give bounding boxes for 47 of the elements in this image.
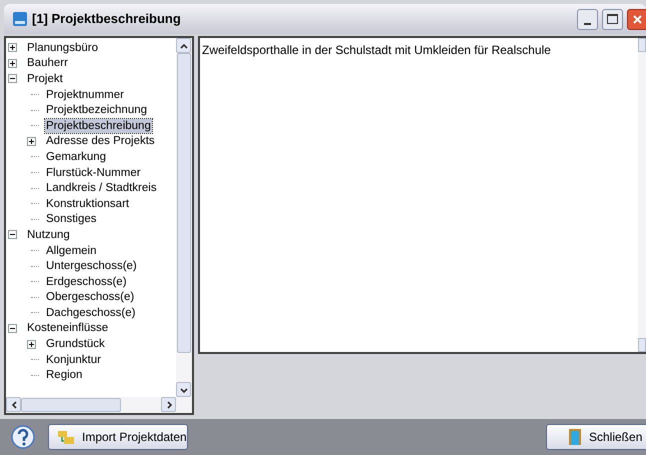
maximize-button[interactable] [602, 8, 623, 30]
expand-icon[interactable] [8, 58, 17, 68]
tree-item[interactable]: Projektbeschreibung [45, 118, 152, 133]
tree-item[interactable]: Bauherr [26, 56, 69, 70]
description-text: Zweifeldsporthalle in der Schulstadt mit Umkleiden für Realschule [201, 42, 552, 59]
tree-item[interactable]: Region [45, 368, 84, 382]
collapse-icon[interactable] [8, 230, 17, 240]
collapse-icon[interactable] [8, 324, 17, 333]
expand-icon[interactable] [27, 136, 36, 146]
tree-item[interactable]: Planungsbüro [26, 40, 99, 55]
collapse-icon[interactable] [8, 74, 17, 84]
tree-item[interactable]: Untergeschoss(e) [45, 259, 138, 274]
tree-item[interactable]: Allgemein [45, 244, 98, 258]
tree-item[interactable]: Grundstück [45, 337, 106, 352]
tree-item[interactable]: Erdgeschoss(e) [45, 274, 128, 289]
tree-item[interactable]: Konstruktionsart [45, 196, 130, 211]
scroll-left-button[interactable] [6, 397, 21, 412]
import-button[interactable]: Import Projektdaten [48, 424, 188, 450]
close-button[interactable] [627, 8, 646, 30]
vertical-scrollbar[interactable] [176, 38, 192, 397]
minimize-button[interactable] [577, 8, 598, 30]
folders-icon [58, 430, 74, 444]
scroll-thumb[interactable] [21, 398, 121, 412]
scroll-thumb[interactable] [177, 53, 191, 353]
tree-item[interactable]: Gemarkung [45, 150, 108, 164]
tree-item[interactable]: Kosteneinflüsse [26, 321, 110, 336]
tree-item[interactable]: Adresse des Projekts [45, 134, 156, 148]
window-title: [1] Projektbeschreibung [32, 10, 181, 28]
close-dialog-button[interactable]: Schließen [546, 424, 646, 450]
tree-item[interactable]: Konjunktur [45, 352, 102, 367]
tree-item[interactable]: Projektbezeichnung [45, 103, 148, 118]
close-icon [632, 14, 643, 24]
tree-item[interactable]: Projekt [26, 72, 64, 86]
tree-item[interactable]: Nutzung [26, 228, 71, 242]
tree-item[interactable]: Projektnummer [45, 88, 125, 102]
help-icon[interactable] [10, 424, 36, 450]
scroll-right-button[interactable] [161, 397, 176, 412]
horizontal-scrollbar[interactable] [6, 397, 192, 413]
tree-item[interactable]: Landkreis / Stadtkreis [45, 181, 158, 196]
tree-item[interactable]: Flurstück-Nummer [45, 166, 142, 180]
tree-item[interactable]: Sonstiges [45, 212, 98, 226]
expand-icon[interactable] [27, 340, 36, 349]
tree-item[interactable]: Dachgeschoss(e) [45, 306, 136, 320]
expand-icon[interactable] [8, 43, 17, 52]
app-icon [12, 11, 28, 27]
tree-item[interactable]: Obergeschoss(e) [45, 290, 136, 304]
door-icon [569, 429, 581, 445]
